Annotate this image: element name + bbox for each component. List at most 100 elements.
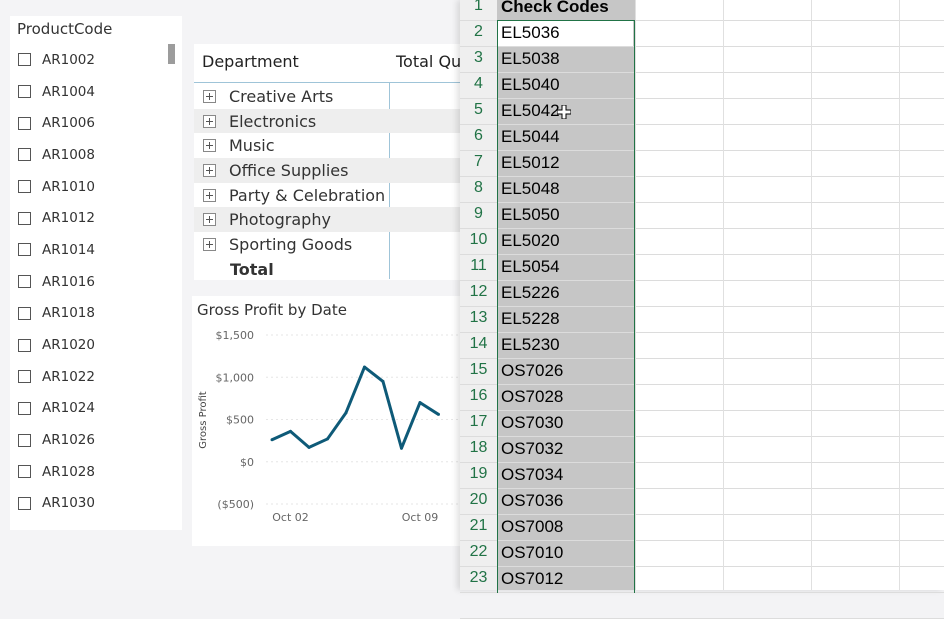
- code-cell[interactable]: OS7034: [501, 465, 563, 485]
- checkbox-icon[interactable]: [18, 433, 31, 447]
- data-point[interactable]: [289, 429, 292, 433]
- checkbox-icon[interactable]: [18, 465, 31, 479]
- row-number[interactable]: 12: [460, 283, 497, 301]
- slicer-item[interactable]: AR1012: [18, 202, 168, 234]
- row-number[interactable]: 22: [460, 543, 497, 561]
- slicer-item[interactable]: AR1028: [18, 456, 168, 488]
- row-number[interactable]: 2: [460, 23, 497, 41]
- row-number[interactable]: 20: [460, 491, 497, 509]
- slicer-item[interactable]: AR1004: [18, 76, 168, 108]
- matrix-col-total-quantity[interactable]: Total Qu: [396, 52, 461, 71]
- code-cell[interactable]: EL5044: [501, 127, 560, 147]
- row-number[interactable]: 17: [460, 413, 497, 431]
- checkbox-icon[interactable]: [18, 243, 31, 257]
- row-number[interactable]: 8: [460, 179, 497, 197]
- checkbox-icon[interactable]: [18, 496, 31, 510]
- gross-profit-line[interactable]: [271, 365, 440, 450]
- expand-plus-icon[interactable]: [203, 89, 216, 103]
- checkbox-icon[interactable]: [18, 53, 31, 67]
- matrix-row[interactable]: Creative Arts: [194, 84, 464, 109]
- code-cell[interactable]: EL5042: [501, 101, 560, 121]
- code-cell[interactable]: EL5226: [501, 283, 560, 303]
- row-number[interactable]: 1: [460, 0, 497, 15]
- slicer-item[interactable]: AR1010: [18, 171, 168, 203]
- matrix-col-department[interactable]: Department: [202, 52, 299, 71]
- checkbox-icon[interactable]: [18, 180, 31, 194]
- row-number[interactable]: 5: [460, 101, 497, 119]
- slicer-item[interactable]: AR1024: [18, 393, 168, 425]
- row-number[interactable]: 15: [460, 361, 497, 379]
- expand-plus-icon[interactable]: [203, 114, 216, 128]
- row-number[interactable]: 21: [460, 517, 497, 535]
- code-cell[interactable]: OS7026: [501, 361, 563, 381]
- code-cell[interactable]: EL5020: [501, 231, 560, 251]
- expand-plus-icon[interactable]: [203, 139, 216, 153]
- expand-plus-icon[interactable]: [203, 237, 216, 251]
- data-point[interactable]: [381, 379, 385, 383]
- slicer-scrollbar[interactable]: [168, 44, 175, 64]
- matrix-row[interactable]: Photography: [194, 207, 464, 233]
- row-number[interactable]: 3: [460, 49, 497, 67]
- code-cell[interactable]: EL5054: [501, 257, 560, 277]
- code-cell[interactable]: OS7010: [501, 543, 563, 563]
- row-number[interactable]: 13: [460, 309, 497, 327]
- checkbox-icon[interactable]: [18, 85, 31, 99]
- checkbox-icon[interactable]: [18, 338, 31, 352]
- data-point[interactable]: [307, 445, 311, 449]
- row-number[interactable]: 14: [460, 335, 497, 353]
- expand-plus-icon[interactable]: [203, 163, 216, 177]
- header-cell[interactable]: Check Codes: [501, 0, 609, 17]
- row-number[interactable]: 6: [460, 127, 497, 145]
- matrix-row[interactable]: Music: [194, 133, 464, 158]
- checkbox-icon[interactable]: [18, 401, 31, 415]
- slicer-item[interactable]: AR1006: [18, 107, 168, 139]
- checkbox-icon[interactable]: [18, 370, 31, 384]
- slicer-item[interactable]: AR1030: [18, 488, 168, 520]
- code-cell[interactable]: OS7012: [501, 569, 563, 589]
- slicer-item[interactable]: AR1018: [18, 298, 168, 330]
- slicer-item[interactable]: AR1020: [18, 329, 168, 361]
- data-point[interactable]: [344, 411, 348, 415]
- code-cell[interactable]: OS7008: [501, 517, 563, 537]
- data-point[interactable]: [400, 446, 403, 450]
- row-number[interactable]: 10: [460, 231, 497, 249]
- row-number[interactable]: 18: [460, 439, 497, 457]
- slicer-item[interactable]: AR1014: [18, 234, 168, 266]
- matrix-row[interactable]: Office Supplies: [194, 158, 464, 183]
- code-cell[interactable]: EL5050: [501, 205, 560, 225]
- matrix-row[interactable]: Sporting Goods: [194, 232, 464, 257]
- code-cell[interactable]: EL5228: [501, 309, 560, 329]
- data-point[interactable]: [363, 365, 366, 369]
- data-point[interactable]: [270, 438, 274, 442]
- slicer-item[interactable]: AR1016: [18, 266, 168, 298]
- code-cell[interactable]: EL5040: [501, 75, 560, 95]
- row-number[interactable]: 4: [460, 75, 497, 93]
- row-number[interactable]: 23: [460, 569, 497, 587]
- row-number[interactable]: 16: [460, 387, 497, 405]
- expand-plus-icon[interactable]: [203, 213, 216, 227]
- slicer-item[interactable]: AR1022: [18, 361, 168, 393]
- code-cell[interactable]: OS7030: [501, 413, 563, 433]
- checkbox-icon[interactable]: [18, 116, 31, 130]
- checkbox-icon[interactable]: [18, 211, 31, 225]
- data-point[interactable]: [326, 437, 329, 441]
- row-number[interactable]: 9: [460, 205, 497, 223]
- data-point[interactable]: [418, 401, 422, 405]
- matrix-row[interactable]: Party & Celebration: [194, 183, 464, 208]
- code-cell[interactable]: EL5036: [501, 23, 560, 43]
- expand-plus-icon[interactable]: [203, 188, 216, 202]
- matrix-row[interactable]: Electronics: [194, 108, 464, 134]
- slicer-item[interactable]: AR1026: [18, 424, 168, 456]
- slicer-item[interactable]: AR1008: [18, 139, 168, 171]
- checkbox-icon[interactable]: [18, 275, 31, 289]
- row-number[interactable]: 19: [460, 465, 497, 483]
- slicer-item[interactable]: AR1002: [18, 44, 168, 76]
- code-cell[interactable]: EL5048: [501, 179, 560, 199]
- row-number[interactable]: 7: [460, 153, 497, 171]
- code-cell[interactable]: EL5012: [501, 153, 560, 173]
- checkbox-icon[interactable]: [18, 148, 31, 162]
- code-cell[interactable]: OS7032: [501, 439, 563, 459]
- code-cell[interactable]: OS7036: [501, 491, 563, 511]
- row-number[interactable]: 11: [460, 257, 497, 275]
- code-cell[interactable]: EL5038: [501, 49, 560, 69]
